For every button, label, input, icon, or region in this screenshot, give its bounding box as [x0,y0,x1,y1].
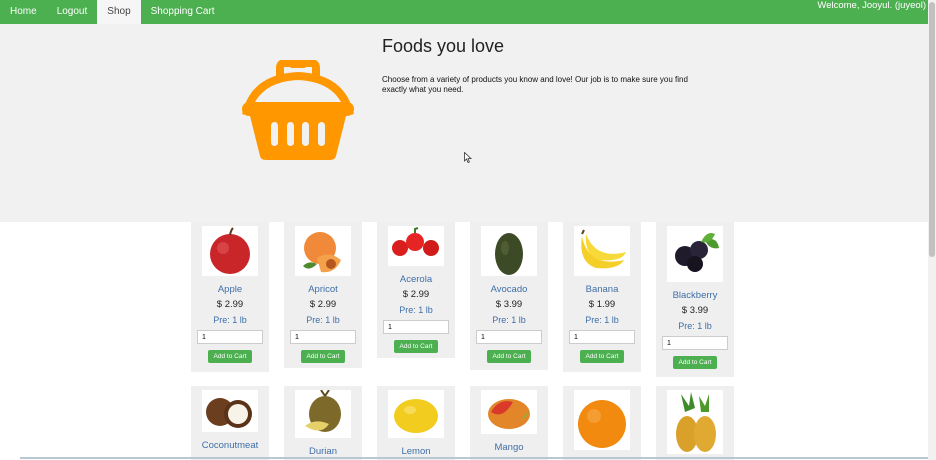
product-unit: Pre: 1 lb [399,305,433,315]
nav-home[interactable]: Home [0,0,47,24]
product-name[interactable]: Coconutmeat [196,440,264,451]
product-card-apple: Apple $ 2.99 Pre: 1 lb Add to Cart [191,222,269,372]
product-image [388,226,444,266]
quantity-input[interactable] [569,330,635,344]
mouse-cursor-icon [464,152,472,164]
quantity-input[interactable] [197,330,263,344]
product-card-banana: Banana $ 1.99 Pre: 1 lb Add to Cart [563,222,641,372]
product-name[interactable]: Durian [289,446,357,457]
product-image [574,390,630,450]
durian-image [305,390,341,432]
product-card-durian: Durian [284,386,362,460]
nav-shop[interactable]: Shop [97,0,141,24]
page-scrollbar[interactable] [928,0,936,460]
product-price: $ 3.99 [495,299,523,310]
product-card-acerola: Acerola $ 2.99 Pre: 1 lb Add to Cart [377,222,455,358]
product-card-apricot: Apricot $ 2.99 Pre: 1 lb Add to Cart [284,222,362,368]
product-card-coconutmeat: Coconutmeat [191,386,269,460]
add-to-cart-button[interactable]: Add to Cart [393,340,439,353]
product-price: $ 2.99 [309,299,337,310]
product-image [481,226,537,276]
quantity-input[interactable] [476,330,542,344]
page-title: Foods you love [382,36,505,56]
product-image [388,390,444,438]
top-navbar: Home Logout Shop Shopping Cart Welcome, … [0,0,928,24]
nav-links: Home Logout Shop Shopping Cart [0,0,225,24]
add-to-cart-button[interactable]: Add to Cart [579,350,625,363]
hero-description: Choose from a variety of products you kn… [382,75,688,94]
product-unit: Pre: 1 lb [678,321,712,331]
add-to-cart-button[interactable]: Add to Cart [300,350,346,363]
product-price: $ 2.99 [216,299,244,310]
product-name[interactable]: Blackberry [661,290,729,301]
product-image [481,390,537,434]
nav-shopping-cart[interactable]: Shopping Cart [141,0,225,24]
product-card-orange [563,386,641,460]
product-unit: Pre: 1 lb [585,315,619,325]
apple-image [210,227,250,274]
add-to-cart-button[interactable]: Add to Cart [207,350,253,363]
avocado-image [495,233,523,275]
product-card-blackberry: Blackberry $ 3.99 Pre: 1 lb Add to Cart [656,222,734,377]
add-to-cart-button[interactable]: Add to Cart [486,350,532,363]
product-price: $ 2.99 [402,289,430,300]
product-unit: Pre: 1 lb [306,315,340,325]
product-price: $ 1.99 [588,299,616,310]
acerola-image [392,227,439,256]
product-card-mango: Mango [470,386,548,460]
hero-banner: Foods you love Choose from a variety of … [0,24,928,222]
lemon-image [394,399,438,433]
product-unit: Pre: 1 lb [492,315,526,325]
quantity-input[interactable] [383,320,449,334]
product-name[interactable]: Banana [568,284,636,295]
product-name[interactable]: Lemon [382,446,450,457]
add-to-cart-button[interactable]: Add to Cart [672,356,718,369]
product-card-pineapple [656,386,734,460]
apricot-image [303,232,341,273]
product-image [202,226,258,276]
nav-logout[interactable]: Logout [47,0,98,24]
product-image [295,390,351,438]
product-image [295,226,351,276]
product-card-lemon: Lemon [377,386,455,460]
product-card-avocado: Avocado $ 3.99 Pre: 1 lb Add to Cart [470,222,548,370]
product-price: $ 3.99 [681,305,709,316]
quantity-input[interactable] [290,330,356,344]
banana-image [581,229,626,269]
product-unit: Pre: 1 lb [213,315,247,325]
product-image [667,226,723,282]
shopping-basket-icon [242,60,354,160]
product-name[interactable]: Apricot [289,284,357,295]
welcome-user-text: Welcome, Jooyul. (juyeol) [817,0,926,11]
bottom-divider [20,457,928,459]
product-image [667,390,723,454]
coconut-image [206,398,252,428]
product-image [202,390,258,432]
product-image [574,226,630,276]
product-name[interactable]: Apple [196,284,264,295]
quantity-input[interactable] [662,336,728,350]
product-name[interactable]: Avocado [475,284,543,295]
product-name[interactable]: Acerola [382,274,450,285]
mango-image [488,399,530,429]
scrollbar-thumb[interactable] [929,2,935,257]
blackberry-image [675,233,719,272]
orange-image [578,400,626,448]
product-name[interactable]: Mango [475,442,543,453]
pineapple-image [676,392,716,452]
